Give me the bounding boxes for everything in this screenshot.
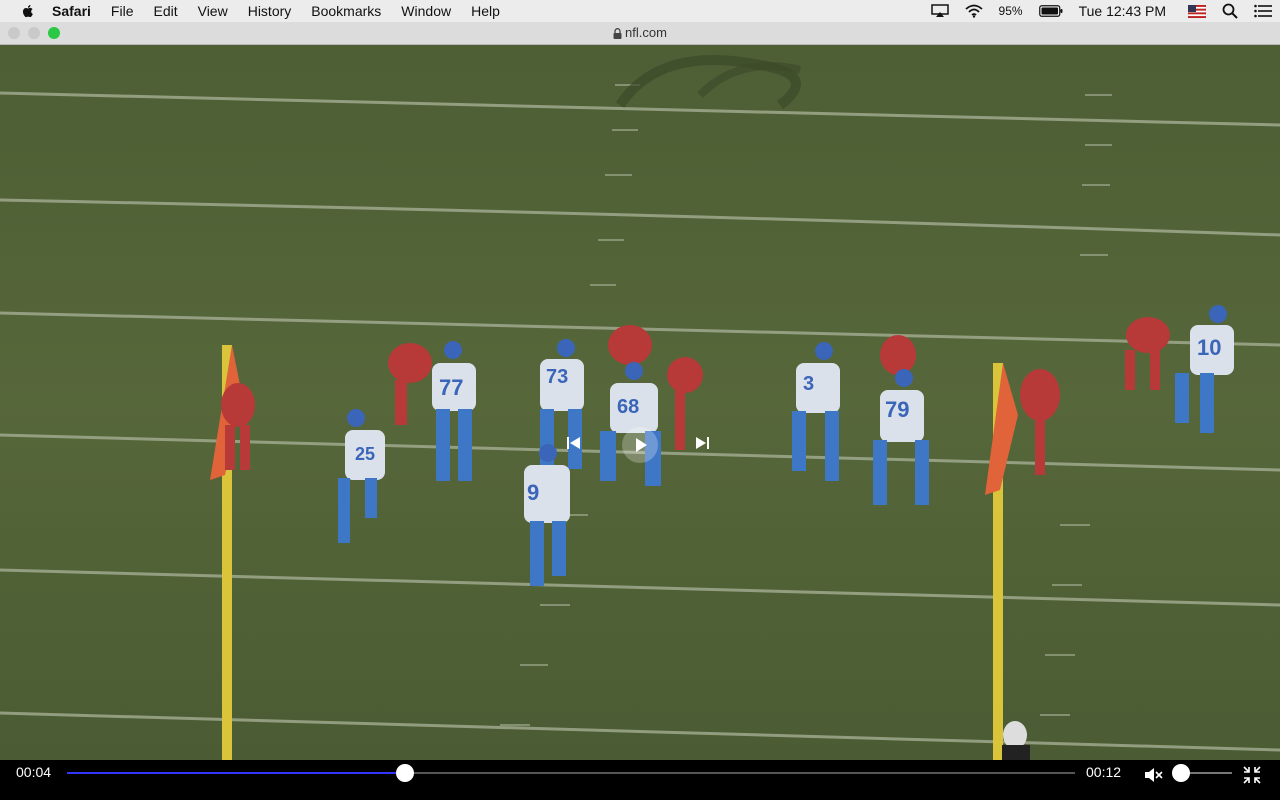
wifi-icon[interactable] [964,4,983,18]
menu-bar: Safari File Edit View History Bookmarks … [0,0,1280,22]
scrubber-thumb[interactable] [395,764,414,782]
volume-thumb[interactable] [1172,764,1190,782]
scrubber-played [67,772,405,774]
url-text: nfl.com [625,25,667,40]
playback-controls-bar: 00:04 00:12 [0,760,1280,800]
jersey-number: 25 [355,444,375,464]
menu-edit[interactable]: Edit [143,3,187,19]
menubar-clock[interactable]: Tue 12:43 PM [1079,3,1166,19]
battery-icon[interactable] [1038,5,1063,17]
exit-fullscreen-icon[interactable] [1243,766,1261,784]
jersey-number: 3 [803,373,814,395]
current-time: 00:04 [16,764,52,780]
jersey-number: 73 [546,366,568,388]
skip-play-controls [560,423,720,467]
video-frame: 77 73 68 79 3 10 25 9 [0,45,1280,760]
skip-forward-icon[interactable] [694,435,710,451]
skip-back-icon[interactable] [566,435,582,451]
video-player[interactable]: 77 73 68 79 3 10 25 9 [0,45,1280,760]
menu-app-safari[interactable]: Safari [48,3,101,19]
volume-slider[interactable] [1172,764,1232,782]
battery-percent: 95% [998,4,1023,18]
jersey-number: 9 [527,480,539,505]
url-display[interactable]: nfl.com [0,25,1280,40]
apple-menu-icon[interactable] [20,3,36,19]
menu-help[interactable]: Help [461,3,510,19]
scrubber-track[interactable] [67,764,1075,782]
menu-history[interactable]: History [238,3,302,19]
status-area: 95% Tue 12:43 PM [923,0,1280,22]
mute-icon[interactable] [1143,766,1163,784]
airplay-icon[interactable] [930,4,949,18]
us-flag-input-icon[interactable] [1188,4,1206,18]
jersey-number: 10 [1197,335,1221,360]
notification-center-icon[interactable] [1254,4,1272,18]
play-icon [636,438,647,452]
menu-bookmarks[interactable]: Bookmarks [301,3,391,19]
menu-file[interactable]: File [101,3,144,19]
play-button[interactable] [622,427,658,463]
menu-view[interactable]: View [188,3,238,19]
jersey-number: 68 [617,396,639,418]
total-time: 00:12 [1086,764,1122,780]
jersey-number: 77 [439,375,463,400]
window-title-bar: nfl.com [0,22,1280,45]
menu-window[interactable]: Window [391,3,461,19]
jersey-number: 79 [885,397,909,422]
lock-icon [613,28,622,39]
spotlight-search-icon[interactable] [1222,3,1238,19]
